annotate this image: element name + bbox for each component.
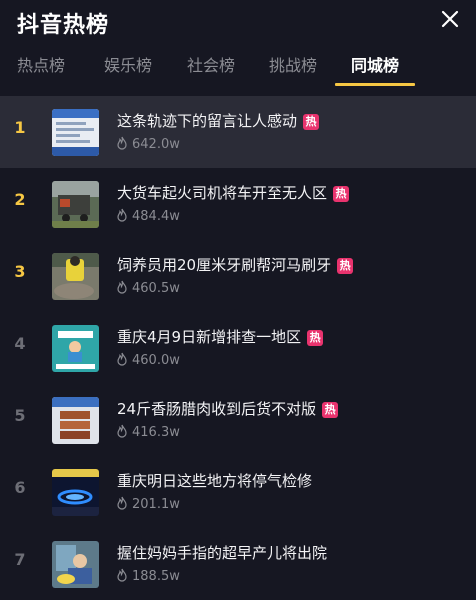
fire-icon — [116, 424, 128, 442]
rank-number: 1 — [14, 118, 26, 137]
rank-number: 6 — [14, 478, 26, 497]
hot-badge: 热 — [337, 258, 354, 274]
view-count-value: 201.1w — [132, 497, 180, 512]
tab-challenge[interactable]: 挑战榜 — [269, 52, 317, 76]
hot-badge: 热 — [303, 114, 320, 130]
header: 抖音热榜 — [0, 0, 476, 44]
headline-text: 大货车起火司机将车开至无人区 — [117, 184, 328, 202]
headline: 握住妈妈手指的超早产儿将出院 — [117, 542, 327, 563]
view-count-value: 188.5w — [132, 569, 180, 584]
thumbnail-image — [52, 109, 99, 156]
thumbnail-image — [52, 325, 99, 372]
headline-text: 重庆明日这些地方将停气检修 — [117, 472, 313, 490]
thumbnail-image — [52, 541, 99, 588]
thumbnail-image — [52, 469, 99, 516]
rank-number: 7 — [14, 550, 26, 569]
list-item[interactable]: 4 重庆4月9日新增排查一地区热 460.0w — [0, 312, 476, 384]
close-icon[interactable] — [438, 7, 462, 31]
rank-number: 4 — [14, 334, 26, 353]
tab-bar: 热点榜 娱乐榜 社会榜 挑战榜 同城榜 — [0, 44, 476, 90]
fire-icon — [116, 568, 128, 586]
thumbnail-image — [52, 397, 99, 444]
view-count: 201.1w — [116, 496, 180, 514]
view-count: 484.4w — [116, 208, 180, 226]
headline-text: 24斤香肠腊肉收到后货不对版 — [117, 400, 317, 418]
headline: 大货车起火司机将车开至无人区热 — [117, 182, 350, 203]
thumbnail-image — [52, 253, 99, 300]
view-count-value: 460.5w — [132, 281, 180, 296]
rank-number: 3 — [14, 262, 26, 281]
view-count: 460.5w — [116, 280, 180, 298]
headline-text: 饲养员用20厘米牙刷帮河马刷牙 — [117, 256, 332, 274]
headline: 这条轨迹下的留言让人感动热 — [117, 110, 320, 131]
tab-entertainment[interactable]: 娱乐榜 — [104, 52, 152, 76]
tab-society[interactable]: 社会榜 — [187, 52, 235, 76]
hot-badge: 热 — [322, 402, 339, 418]
headline-text: 这条轨迹下的留言让人感动 — [117, 112, 298, 130]
rank-number: 5 — [14, 406, 26, 425]
list-item[interactable]: 1 这条轨迹下的留言让人感动热 642.0w — [0, 96, 476, 168]
view-count: 416.3w — [116, 424, 180, 442]
ranking-list: 1 这条轨迹下的留言让人感动热 642.0w 2 大货车起火司机将车开至无人区 … — [0, 96, 476, 600]
list-item[interactable]: 5 24斤香肠腊肉收到后货不对版热 416.3w — [0, 384, 476, 456]
headline: 重庆4月9日新增排查一地区热 — [117, 326, 324, 347]
list-item[interactable]: 6 重庆明日这些地方将停气检修 201.1w — [0, 456, 476, 528]
view-count-value: 484.4w — [132, 209, 180, 224]
hot-badge: 热 — [307, 330, 324, 346]
fire-icon — [116, 136, 128, 154]
fire-icon — [116, 280, 128, 298]
fire-icon — [116, 208, 128, 226]
list-item[interactable]: 2 大货车起火司机将车开至无人区热 484.4w — [0, 168, 476, 240]
headline: 24斤香肠腊肉收到后货不对版热 — [117, 398, 339, 419]
fire-icon — [116, 496, 128, 514]
list-item[interactable]: 3 饲养员用20厘米牙刷帮河马刷牙热 460.5w — [0, 240, 476, 312]
view-count: 460.0w — [116, 352, 180, 370]
fire-icon — [116, 352, 128, 370]
view-count-value: 460.0w — [132, 353, 180, 368]
view-count-value: 416.3w — [132, 425, 180, 440]
page-title: 抖音热榜 — [17, 13, 110, 38]
headline-text: 握住妈妈手指的超早产儿将出院 — [117, 544, 328, 562]
view-count-value: 642.0w — [132, 137, 180, 152]
list-item[interactable]: 7 握住妈妈手指的超早产儿将出院 188.5w — [0, 528, 476, 600]
rank-number: 2 — [14, 190, 26, 209]
tab-hot[interactable]: 热点榜 — [17, 52, 65, 76]
view-count: 188.5w — [116, 568, 180, 586]
headline: 重庆明日这些地方将停气检修 — [117, 470, 312, 491]
tab-local[interactable]: 同城榜 — [351, 52, 399, 76]
view-count: 642.0w — [116, 136, 180, 154]
headline: 饲养员用20厘米牙刷帮河马刷牙热 — [117, 254, 354, 275]
headline-text: 重庆4月9日新增排查一地区 — [117, 328, 302, 346]
hot-badge: 热 — [333, 186, 350, 202]
active-tab-indicator — [335, 83, 415, 86]
thumbnail-image — [52, 181, 99, 228]
